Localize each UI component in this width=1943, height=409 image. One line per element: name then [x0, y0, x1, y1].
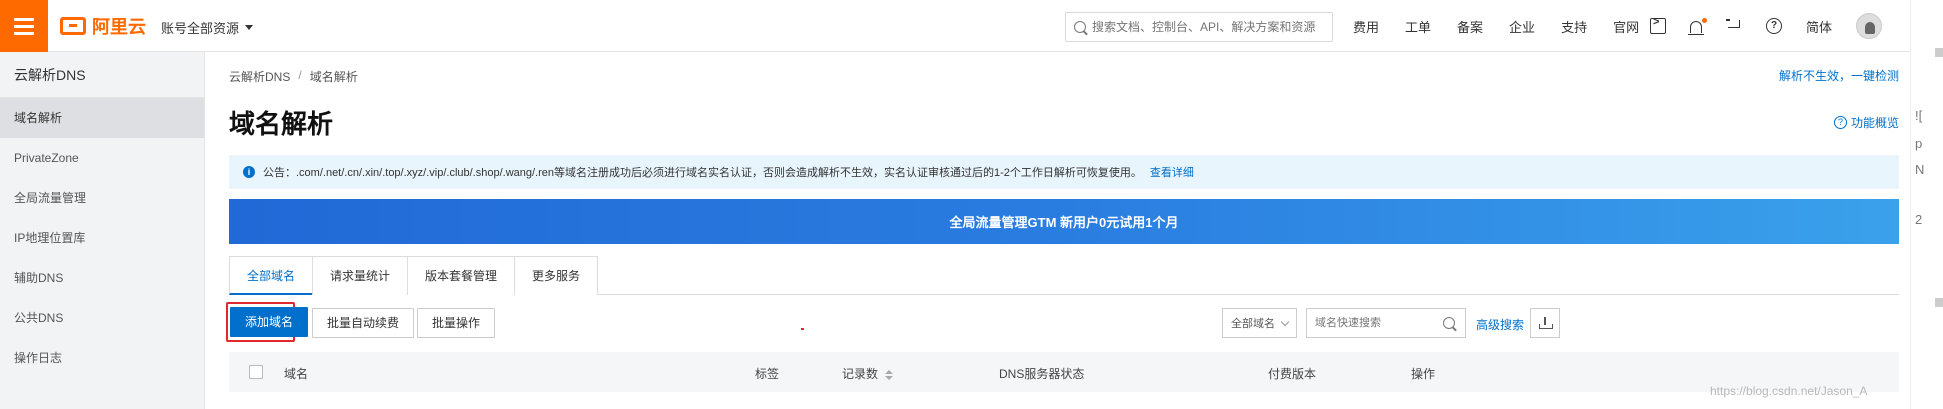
- logo-text: 阿里云: [92, 17, 146, 37]
- notification-dot: [1702, 18, 1707, 23]
- avatar[interactable]: [1856, 13, 1883, 39]
- column-dns-status: DNS服务器状态: [999, 367, 1085, 381]
- column-actions: 操作: [1411, 367, 1436, 381]
- domain-search-input[interactable]: [1315, 317, 1443, 329]
- bell-icon[interactable]: [1688, 18, 1707, 35]
- fragment-text-3: N: [1915, 162, 1925, 177]
- column-paid-version: 付费版本: [1268, 367, 1317, 381]
- sidebar-item-ip-geo[interactable]: IP地理位置库: [0, 218, 204, 258]
- sidebar-item-secondary-dns[interactable]: 辅助DNS: [0, 258, 204, 298]
- scroll-marker: [1935, 298, 1943, 307]
- top-nav-links: 费用 工单 备案 企业 支持 官网: [1353, 0, 1665, 52]
- gtm-promo-banner[interactable]: 全局流量管理GTM 新用户0元试用1个月: [229, 199, 1899, 244]
- download-button[interactable]: [1530, 308, 1560, 338]
- notice-text: 公告：.com/.net/.cn/.xin/.top/.xyz/.vip/.cl…: [263, 167, 1142, 179]
- nav-enterprise[interactable]: 企业: [1509, 17, 1535, 36]
- tab-request-stats[interactable]: 请求量统计: [312, 256, 409, 295]
- batch-auto-renew-button[interactable]: 批量自动续费: [312, 308, 415, 338]
- domain-filter-value: 全部域名: [1231, 318, 1275, 330]
- sidebar-item-domain-resolution[interactable]: 域名解析: [0, 98, 204, 138]
- select-all-checkbox[interactable]: [249, 365, 263, 379]
- terminal-icon[interactable]: [1650, 16, 1666, 34]
- info-icon: i: [243, 166, 255, 178]
- fragment-text-4: 2: [1915, 212, 1923, 227]
- sidebar-item-privatezone[interactable]: PrivateZone: [0, 138, 204, 178]
- download-icon: [1539, 317, 1553, 329]
- breadcrumb-current: 域名解析: [309, 70, 358, 84]
- logo-mark-icon: [60, 17, 86, 35]
- nav-filing[interactable]: 备案: [1457, 17, 1483, 36]
- resolution-check-link[interactable]: 解析不生效，一键检测: [1779, 67, 1899, 84]
- banner-text: 全局流量管理GTM 新用户0元试用1个月: [949, 215, 1179, 230]
- sidebar-item-operation-log[interactable]: 操作日志: [0, 338, 204, 378]
- breadcrumb: 云解析DNS / 域名解析: [229, 68, 358, 85]
- account-resources-dropdown[interactable]: 账号全部资源: [161, 18, 254, 37]
- sidebar-item-public-dns[interactable]: 公共DNS: [0, 298, 204, 338]
- nav-tickets[interactable]: 工单: [1405, 17, 1431, 36]
- watermark: https://blog.csdn.net/Jason_A: [1710, 384, 1868, 398]
- global-search-input[interactable]: [1092, 20, 1322, 34]
- search-icon: [1074, 21, 1086, 33]
- breadcrumb-root[interactable]: 云解析DNS: [229, 68, 290, 85]
- domain-table-header: 域名 标签 记录数 DNS服务器状态 付费版本 操作: [229, 352, 1899, 392]
- cart-icon[interactable]: [1726, 19, 1742, 33]
- question-circle-icon: ?: [1833, 116, 1847, 129]
- adjacent-window-strip: ![ p N 2: [1910, 0, 1943, 409]
- feature-overview-label: 功能概览: [1850, 116, 1899, 130]
- tab-more-services[interactable]: 更多服务: [514, 256, 599, 295]
- breadcrumb-separator: /: [298, 68, 302, 82]
- sidebar-item-global-traffic[interactable]: 全局流量管理: [0, 178, 204, 218]
- sidebar-title: 云解析DNS: [0, 52, 204, 98]
- account-label: 账号全部资源: [161, 21, 240, 36]
- nav-official-site[interactable]: 官网: [1613, 17, 1639, 36]
- fragment-text-2: p: [1915, 136, 1923, 151]
- add-domain-button[interactable]: 添加域名: [230, 307, 309, 337]
- aliyun-logo[interactable]: 阿里云: [60, 14, 146, 38]
- tab-plan-management[interactable]: 版本套餐管理: [407, 256, 516, 295]
- nav-support[interactable]: 支持: [1561, 17, 1587, 36]
- help-icon[interactable]: ?: [1766, 18, 1782, 34]
- search-icon[interactable]: [1443, 317, 1455, 329]
- caret-down-icon: [245, 25, 254, 30]
- column-tag: 标签: [755, 367, 780, 381]
- stray-mark: [801, 328, 804, 330]
- feature-overview-link[interactable]: ? 功能概览: [1833, 114, 1899, 131]
- main-content: 云解析DNS / 域名解析 解析不生效，一键检测 域名解析 ? 功能概览 i 公…: [206, 52, 1910, 409]
- top-navigation-bar: 阿里云 账号全部资源 费用 工单 备案 企业 支持 官网 ? 简体: [0, 0, 1943, 52]
- notice-bar: i 公告：.com/.net/.cn/.xin/.top/.xyz/.vip/.…: [229, 155, 1899, 189]
- page-title: 域名解析: [229, 109, 334, 139]
- column-domain: 域名: [284, 367, 309, 381]
- fragment-text-1: ![: [1915, 108, 1923, 123]
- sidebar: 云解析DNS 域名解析 PrivateZone 全局流量管理 IP地理位置库 辅…: [0, 52, 205, 409]
- language-switch[interactable]: 简体: [1806, 17, 1832, 36]
- menu-icon[interactable]: [0, 0, 48, 52]
- tab-all-domains[interactable]: 全部域名: [229, 256, 314, 295]
- scroll-marker: [1935, 48, 1943, 57]
- batch-operations-button[interactable]: 批量操作: [417, 308, 496, 338]
- domain-tabs: 全部域名 请求量统计 版本套餐管理 更多服务: [229, 256, 1899, 295]
- column-record-count[interactable]: 记录数: [842, 365, 894, 382]
- domain-filter-select[interactable]: 全部域名: [1222, 308, 1297, 338]
- nav-fees[interactable]: 费用: [1353, 17, 1379, 36]
- column-record-count-label: 记录数: [842, 367, 879, 381]
- notice-detail-link[interactable]: 查看详细: [1150, 164, 1194, 180]
- domain-quick-search[interactable]: [1306, 308, 1466, 338]
- advanced-search-link[interactable]: 高级搜索: [1476, 316, 1524, 333]
- top-icon-group: ? 简体: [1650, 0, 1883, 52]
- global-search[interactable]: [1065, 12, 1333, 42]
- sort-icon[interactable]: [885, 369, 894, 380]
- chevron-down-icon: [1280, 317, 1290, 326]
